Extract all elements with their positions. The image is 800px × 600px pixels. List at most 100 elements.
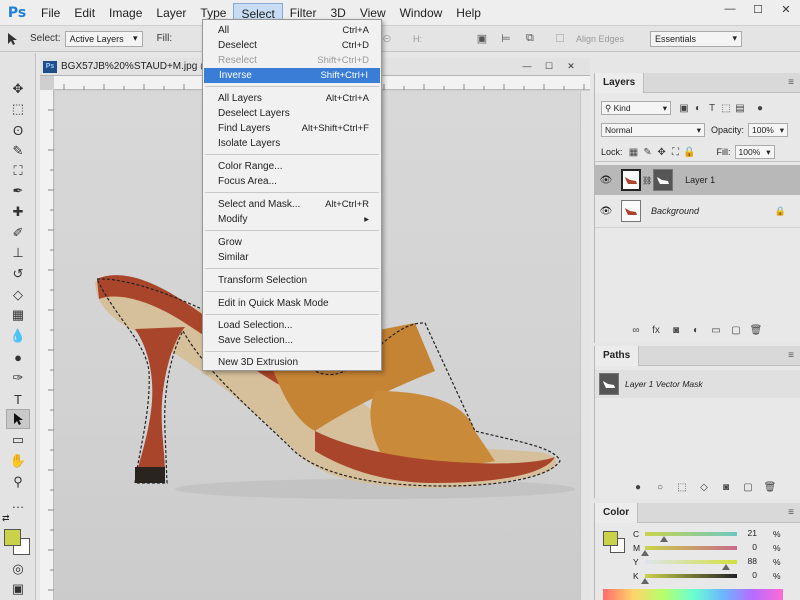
layer-row-background[interactable]: 👁 Background 🔒 [595, 196, 800, 226]
stroke-path-icon[interactable]: ○ [653, 482, 667, 493]
layer-row-layer-1[interactable]: 👁 ⛓ Layer 1 [595, 165, 800, 195]
path-row[interactable]: Layer 1 Vector Mask [595, 370, 800, 398]
path-operations-icon[interactable]: ▣ [474, 31, 490, 47]
menu-item-grow[interactable]: Grow [203, 235, 381, 250]
lock-all-icon[interactable]: 🔒 [683, 147, 697, 158]
channel-m-slider[interactable] [645, 546, 737, 550]
tab-color[interactable]: Color [595, 502, 639, 523]
menu-window[interactable]: Window [393, 3, 450, 23]
channel-c-slider[interactable] [645, 532, 737, 536]
foreground-color-swatch[interactable] [603, 531, 618, 546]
trash-icon[interactable]: 🗑 [763, 482, 777, 493]
zoom-tool-icon[interactable]: ⚲ [6, 472, 30, 492]
eyedropper-tool-icon[interactable]: ✒ [6, 181, 30, 201]
add-mask-icon[interactable]: ◙ [719, 482, 733, 493]
menu-item-load-selection[interactable]: Load Selection... [203, 318, 381, 333]
rectangle-tool-icon[interactable]: ▭ [6, 430, 30, 450]
lock-transparent-icon[interactable]: ▦ [627, 147, 641, 158]
vertical-scrollbar[interactable] [580, 91, 590, 600]
channel-y-value[interactable]: 88 [737, 556, 757, 568]
panel-menu-icon[interactable]: ≡ [788, 77, 794, 88]
add-mask-icon[interactable]: ◙ [669, 325, 683, 336]
tab-layers[interactable]: Layers [595, 72, 645, 93]
more-tools-icon[interactable]: … [6, 493, 30, 513]
filter-type-icon[interactable]: T [705, 103, 719, 114]
doc-close-button[interactable]: ✕ [560, 58, 582, 74]
clone-stamp-tool-icon[interactable]: ⊥ [6, 243, 30, 263]
hand-tool-icon[interactable]: ✋ [6, 451, 30, 471]
new-layer-icon[interactable]: ▢ [729, 325, 743, 336]
menu-item-focus-area[interactable]: Focus Area... [203, 174, 381, 189]
channel-k-slider[interactable] [645, 574, 737, 578]
layer-style-icon[interactable]: fx [649, 325, 663, 336]
menu-image[interactable]: Image [102, 3, 149, 23]
path-alignment-icon[interactable]: ⊨ [498, 31, 514, 47]
maximize-button[interactable]: ☐ [744, 0, 772, 18]
channel-m-value[interactable]: 0 [737, 542, 757, 554]
make-work-path-icon[interactable]: ◇ [697, 482, 711, 493]
healing-brush-tool-icon[interactable]: ✚ [6, 202, 30, 222]
menu-item-similar[interactable]: Similar [203, 250, 381, 265]
fill-field[interactable]: 100% ▾ [734, 145, 775, 159]
crop-tool-icon[interactable]: ⛶ [6, 161, 30, 181]
menu-item-all[interactable]: All Ctrl+A [203, 23, 381, 38]
gradient-tool-icon[interactable]: ▦ [6, 305, 30, 325]
panel-menu-icon[interactable]: ≡ [788, 350, 794, 361]
brush-tool-icon[interactable]: ✐ [6, 223, 30, 243]
new-path-icon[interactable]: ▢ [741, 482, 755, 493]
menu-item-isolate-layers[interactable]: Isolate Layers [203, 136, 381, 151]
menu-item-find-layers[interactable]: Find Layers Alt+Shift+Ctrl+F [203, 121, 381, 136]
trash-icon[interactable]: 🗑 [749, 325, 763, 336]
layer-name[interactable]: Layer 1 [685, 175, 715, 185]
lock-image-icon[interactable]: ✎ [641, 147, 655, 158]
marquee-tool-icon[interactable]: ⬚ [6, 99, 30, 119]
menu-item-quick-mask[interactable]: Edit in Quick Mask Mode [203, 296, 381, 311]
panel-menu-icon[interactable]: ≡ [788, 507, 794, 518]
quick-mask-icon[interactable]: ◎ [6, 559, 30, 579]
path-arrangement-icon[interactable]: ⧉ [522, 31, 538, 47]
path-selection-tool-icon[interactable] [6, 409, 30, 429]
opacity-field[interactable]: 100% ▾ [748, 123, 789, 137]
menu-item-modify[interactable]: Modify ▸ [203, 212, 381, 227]
menu-item-save-selection[interactable]: Save Selection... [203, 333, 381, 348]
fill-path-icon[interactable]: ● [631, 482, 645, 493]
filter-adjustment-icon[interactable]: ◐ [691, 103, 705, 114]
layer-thumbnail[interactable] [621, 200, 641, 222]
menu-item-select-and-mask[interactable]: Select and Mask... Alt+Ctrl+R [203, 197, 381, 212]
menu-item-transform-selection[interactable]: Transform Selection [203, 273, 381, 288]
menu-item-deselect-layers[interactable]: Deselect Layers [203, 106, 381, 121]
menu-item-color-range[interactable]: Color Range... [203, 159, 381, 174]
channel-m-thumb[interactable] [641, 550, 649, 556]
lock-artboard-icon[interactable]: ⛶ [669, 147, 683, 158]
menu-edit[interactable]: Edit [67, 3, 102, 23]
layer-thumbnail[interactable] [621, 169, 641, 191]
menu-help[interactable]: Help [449, 3, 488, 23]
load-as-selection-icon[interactable]: ⬚ [675, 482, 689, 493]
move-tool-icon[interactable]: ✥ [6, 79, 30, 99]
lasso-tool-icon[interactable]: ʘ [6, 120, 30, 140]
minimize-button[interactable]: — [716, 0, 744, 18]
workspace-dropdown[interactable]: Essentials ▾ [650, 30, 743, 47]
menu-item-inverse[interactable]: Inverse Shift+Ctrl+I [204, 68, 380, 83]
channel-k-thumb[interactable] [641, 578, 649, 584]
menu-file[interactable]: File [34, 3, 67, 23]
filter-toggle-icon[interactable]: ● [753, 103, 767, 114]
channel-y-thumb[interactable] [722, 564, 730, 570]
swap-colors-icon[interactable]: ⇄ [2, 513, 10, 524]
menu-item-all-layers[interactable]: All Layers Alt+Ctrl+A [203, 91, 381, 106]
color-spectrum-ramp[interactable] [603, 589, 783, 600]
layer-name[interactable]: Background [651, 206, 699, 216]
vertical-ruler[interactable] [40, 90, 54, 600]
eraser-tool-icon[interactable]: ◇ [6, 285, 30, 305]
vector-mask-thumbnail[interactable] [653, 169, 674, 191]
link-layers-icon[interactable]: ∞ [629, 325, 643, 336]
quick-selection-tool-icon[interactable]: ✎ [6, 141, 30, 161]
dodge-tool-icon[interactable]: ● [6, 347, 30, 367]
menu-layer[interactable]: Layer [149, 3, 193, 23]
screen-mode-icon[interactable]: ▣ [6, 579, 30, 599]
pen-tool-icon[interactable]: ✑ [6, 368, 30, 388]
filter-smart-object-icon[interactable]: ▤ [733, 103, 747, 114]
blur-tool-icon[interactable]: 💧 [6, 326, 30, 346]
new-group-icon[interactable]: ▭ [709, 325, 723, 336]
blend-mode-dropdown[interactable]: Normal ▾ [601, 123, 705, 137]
